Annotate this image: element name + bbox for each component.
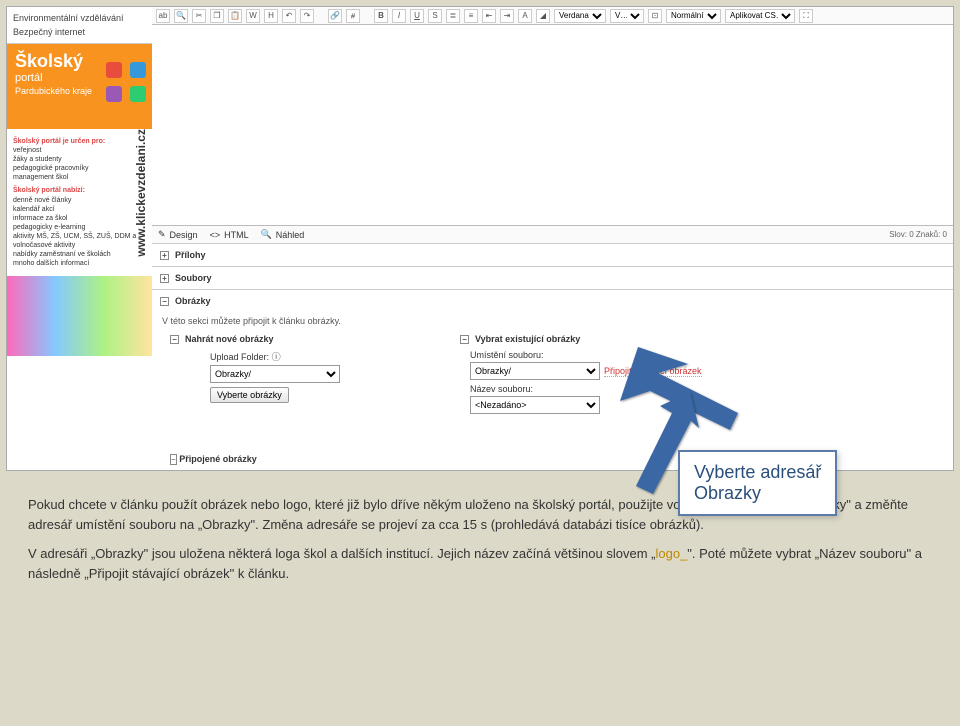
filename-label: Název souboru: — [470, 384, 780, 394]
images-panels: −Nahrát nové obrázky Upload Folder: ⓘ Ob… — [152, 330, 953, 418]
list-ol-icon[interactable]: ≡ — [464, 9, 478, 23]
info-item: denně nové články — [13, 196, 146, 205]
info-heading: Školský portál je určen pro: — [13, 137, 146, 146]
outdent-icon[interactable]: ⇤ — [482, 9, 496, 23]
tab-design-label: Design — [170, 230, 198, 240]
copy-icon[interactable]: ❐ — [210, 9, 224, 23]
image-icon[interactable]: ⊡ — [648, 9, 662, 23]
info-heading: Školský portál nabízí: — [13, 186, 146, 195]
editor-tabs: ✎ Design <>HTML 🔍 Náhled Slov: 0 Znaků: 0 — [152, 225, 953, 243]
info-item: mnoho dalších informací — [13, 259, 146, 268]
paste-html-icon[interactable]: H — [264, 9, 278, 23]
location-select[interactable]: Obrazky/ — [470, 362, 600, 380]
info-icon[interactable]: ⓘ — [272, 352, 281, 362]
main-area: ab 🔍 ✂ ❐ 📋 W H ↶ ↷ 🔗 ⧣ B I U S ≣ ≡ ⇤ ⇥ A… — [152, 7, 953, 470]
collapse-icon[interactable]: + — [160, 251, 169, 260]
sidebar-link[interactable]: Bezpečný internet — [13, 25, 146, 39]
list-ul-icon[interactable]: ≣ — [446, 9, 460, 23]
magnifier-icon: 🔍 — [261, 229, 272, 240]
location-label: Umístění souboru: — [470, 350, 780, 360]
explain-p2: V adresáři „Obrazky" jsou uložena někter… — [28, 544, 932, 583]
section-title: Soubory — [175, 273, 212, 283]
code-icon: <> — [210, 230, 221, 240]
bgcolor-icon[interactable]: ◢ — [536, 9, 550, 23]
strike-icon[interactable]: S — [428, 9, 442, 23]
tab-html[interactable]: <>HTML — [210, 230, 249, 240]
underline-icon[interactable]: U — [410, 9, 424, 23]
collapse-icon[interactable]: − — [170, 454, 177, 465]
info-item: informace za škol — [13, 214, 146, 223]
tab-preview-label: Náhled — [276, 230, 305, 240]
upload-panel: −Nahrát nové obrázky Upload Folder: ⓘ Ob… — [170, 334, 430, 414]
info-item: pedagogické pracovníky — [13, 164, 146, 173]
editor-window: Environmentální vzdělávání Bezpečný inte… — [6, 6, 954, 471]
sidebar-links: Environmentální vzdělávání Bezpečný inte… — [7, 7, 152, 44]
portal-info: www.klickevzdelani.cz Školský portál je … — [7, 129, 152, 276]
paste-word-icon[interactable]: W — [246, 9, 260, 23]
callout-line1: Vyberte adresář — [694, 462, 821, 483]
images-help: V této sekci můžete připojit k článku ob… — [152, 312, 953, 330]
portal-url: www.klickevzdelani.cz — [134, 129, 150, 257]
paragraph-style-select[interactable]: Normální — [666, 9, 721, 23]
upload-folder-label: Upload Folder: — [210, 352, 269, 362]
info-item: kalendář akcí — [13, 205, 146, 214]
section-attachments: + Přílohy — [152, 243, 953, 266]
info-item: žáky a studenty — [13, 155, 146, 164]
tab-html-label: HTML — [224, 230, 249, 240]
tab-preview[interactable]: 🔍 Náhled — [261, 229, 305, 240]
upload-folder-select[interactable]: Obrazky/ — [210, 365, 340, 383]
cut-icon[interactable]: ✂ — [192, 9, 206, 23]
unlink-icon[interactable]: ⧣ — [346, 9, 360, 23]
bold-icon[interactable]: B — [374, 9, 388, 23]
spellcheck-icon[interactable]: ab — [156, 9, 170, 23]
collapse-icon[interactable]: − — [460, 335, 469, 344]
font-family-select[interactable]: Verdana — [554, 9, 606, 23]
upload-header: Nahrát nové obrázky — [185, 334, 274, 344]
word-count: Slov: 0 Znaků: 0 — [889, 230, 947, 239]
section-title: Obrázky — [175, 296, 211, 306]
info-item: pedagogicky e-learning — [13, 223, 146, 232]
info-item: nabídky zaměstnaní ve školách — [13, 250, 146, 259]
toolbar-row-1: ab 🔍 ✂ ❐ 📋 W H ↶ ↷ 🔗 ⧣ B I U S ≣ ≡ ⇤ ⇥ A… — [152, 7, 953, 25]
fullscreen-icon[interactable]: ⛶ — [799, 9, 813, 23]
sidebar: Environmentální vzdělávání Bezpečný inte… — [7, 7, 152, 356]
redo-icon[interactable]: ↷ — [300, 9, 314, 23]
richtext-editor[interactable] — [152, 25, 953, 225]
section-files: + Soubory — [152, 266, 953, 289]
existing-panel: −Vybrat existující obrázky Umístění soub… — [460, 334, 780, 414]
info-item: veřejnost — [13, 146, 146, 155]
section-images: −Obrázky V této sekci můžete připojit k … — [152, 289, 953, 470]
banner-photo — [7, 276, 152, 356]
pencil-icon: ✎ — [158, 229, 166, 240]
paste-icon[interactable]: 📋 — [228, 9, 242, 23]
attach-existing-link[interactable]: Připojit stávající obrázek — [604, 366, 702, 377]
attached-header: Připojené obrázky — [179, 454, 257, 464]
apply-css-select[interactable]: Aplikovat CS… — [725, 9, 795, 23]
highlighted-term: logo_ — [655, 546, 687, 561]
indent-icon[interactable]: ⇥ — [500, 9, 514, 23]
fgcolor-icon[interactable]: A — [518, 9, 532, 23]
collapse-icon[interactable]: + — [160, 274, 169, 283]
italic-icon[interactable]: I — [392, 9, 406, 23]
collapse-icon[interactable]: − — [170, 335, 179, 344]
existing-header: Vybrat existující obrázky — [475, 334, 580, 344]
findreplace-icon[interactable]: 🔍 — [174, 9, 188, 23]
puzzle-icon — [106, 62, 146, 102]
sidebar-link[interactable]: Environmentální vzdělávání — [13, 11, 146, 25]
info-item: aktivity MŠ, ZŠ, UCM, SŠ, ZUŠ, DDM a vol… — [13, 232, 146, 250]
select-images-button[interactable]: Vyberte obrázky — [210, 387, 289, 403]
link-icon[interactable]: 🔗 — [328, 9, 342, 23]
portal-banner: Školský portál Pardubického kraje — [7, 44, 152, 129]
callout-box: Vyberte adresář Obrazky — [678, 450, 837, 516]
font-size-select[interactable]: V… — [610, 9, 644, 23]
expand-icon[interactable]: − — [160, 297, 169, 306]
undo-icon[interactable]: ↶ — [282, 9, 296, 23]
tab-design[interactable]: ✎ Design — [158, 229, 198, 240]
info-item: management škol — [13, 173, 146, 182]
callout-line2: Obrazky — [694, 483, 821, 504]
filename-select[interactable]: <Nezadáno> — [470, 396, 600, 414]
section-title: Přílohy — [175, 250, 206, 260]
